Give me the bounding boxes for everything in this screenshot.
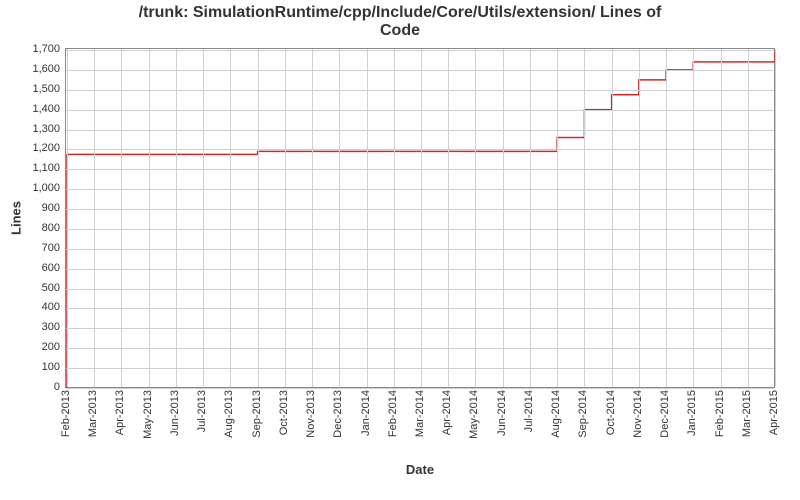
- grid-line-v: [94, 49, 95, 387]
- chart-container: /trunk: SimulationRuntime/cpp/Include/Co…: [0, 0, 800, 500]
- grid-line-h: [66, 388, 774, 389]
- grid-line-h: [66, 209, 774, 210]
- y-tick-label: 200: [5, 341, 60, 353]
- x-tick-label: Mar-2015: [741, 390, 753, 437]
- chart-title: /trunk: SimulationRuntime/cpp/Include/Co…: [0, 4, 800, 40]
- y-tick-label: 800: [5, 222, 60, 234]
- x-tick-label: Sep-2014: [577, 390, 589, 438]
- grid-line-h: [66, 348, 774, 349]
- grid-line-v: [448, 49, 449, 387]
- x-tick-label: Jun-2014: [496, 390, 508, 436]
- y-tick-label: 400: [5, 301, 60, 313]
- x-tick-label: Jun-2013: [169, 390, 181, 436]
- x-tick-label: Mar-2013: [87, 390, 99, 437]
- x-tick-label: May-2013: [142, 390, 154, 439]
- x-tick-label: Dec-2014: [659, 390, 671, 438]
- x-tick-label: May-2014: [468, 390, 480, 439]
- grid-line-v: [503, 49, 504, 387]
- grid-line-v: [530, 49, 531, 387]
- grid-line-v: [367, 49, 368, 387]
- x-tick-label: Aug-2014: [550, 390, 562, 438]
- grid-line-v: [394, 49, 395, 387]
- grid-line-v: [584, 49, 585, 387]
- x-tick-label: Dec-2013: [332, 390, 344, 438]
- grid-line-v: [748, 49, 749, 387]
- grid-line-v: [258, 49, 259, 387]
- grid-line-v: [230, 49, 231, 387]
- y-tick-label: 0: [5, 381, 60, 393]
- x-tick-label: Oct-2014: [605, 390, 617, 435]
- x-tick-label: Aug-2013: [223, 390, 235, 438]
- x-tick-label: Sep-2013: [251, 390, 263, 438]
- x-tick-label: Oct-2013: [278, 390, 290, 435]
- grid-line-v: [421, 49, 422, 387]
- x-axis-label: Date: [406, 462, 434, 477]
- x-tick-label: Feb-2013: [60, 390, 72, 437]
- grid-line-v: [67, 49, 68, 387]
- x-tick-label: Jan-2014: [360, 390, 372, 436]
- grid-line-h: [66, 70, 774, 71]
- x-tick-label: Apr-2014: [441, 390, 453, 435]
- grid-line-v: [666, 49, 667, 387]
- grid-line-v: [693, 49, 694, 387]
- grid-line-v: [639, 49, 640, 387]
- grid-line-v: [475, 49, 476, 387]
- x-tick-label: Jan-2015: [686, 390, 698, 436]
- grid-line-h: [66, 149, 774, 150]
- y-tick-label: 1,300: [5, 123, 60, 135]
- grid-line-h: [66, 229, 774, 230]
- grid-line-v: [121, 49, 122, 387]
- grid-line-v: [203, 49, 204, 387]
- x-tick-label: Jul-2013: [196, 390, 208, 432]
- x-tick-label: Feb-2014: [387, 390, 399, 437]
- grid-line-h: [66, 269, 774, 270]
- line-series-svg: [66, 49, 774, 387]
- grid-line-v: [721, 49, 722, 387]
- grid-line-h: [66, 328, 774, 329]
- y-tick-label: 1,600: [5, 63, 60, 75]
- y-tick-label: 100: [5, 361, 60, 373]
- grid-line-v: [149, 49, 150, 387]
- x-tick-label: Feb-2015: [714, 390, 726, 437]
- y-tick-label: 700: [5, 242, 60, 254]
- grid-line-v: [557, 49, 558, 387]
- grid-line-h: [66, 289, 774, 290]
- grid-line-v: [312, 49, 313, 387]
- x-tick-label: Nov-2014: [632, 390, 644, 438]
- x-tick-label: Apr-2015: [768, 390, 780, 435]
- y-tick-label: 300: [5, 321, 60, 333]
- grid-line-v: [176, 49, 177, 387]
- grid-line-h: [66, 50, 774, 51]
- grid-line-v: [285, 49, 286, 387]
- x-tick-label: Jul-2014: [523, 390, 535, 432]
- y-tick-label: 1,700: [5, 43, 60, 55]
- x-tick-label: Nov-2013: [305, 390, 317, 438]
- x-tick-label: Mar-2014: [414, 390, 426, 437]
- grid-line-v: [612, 49, 613, 387]
- grid-line-h: [66, 169, 774, 170]
- y-tick-label: 600: [5, 262, 60, 274]
- y-tick-label: 900: [5, 202, 60, 214]
- grid-line-h: [66, 90, 774, 91]
- grid-line-h: [66, 189, 774, 190]
- grid-line-v: [339, 49, 340, 387]
- y-tick-label: 1,400: [5, 103, 60, 115]
- grid-line-h: [66, 130, 774, 131]
- grid-line-h: [66, 368, 774, 369]
- grid-line-h: [66, 308, 774, 309]
- y-tick-label: 1,100: [5, 162, 60, 174]
- y-tick-label: 1,000: [5, 182, 60, 194]
- y-tick-label: 1,500: [5, 83, 60, 95]
- grid-line-v: [775, 49, 776, 387]
- y-tick-label: 500: [5, 282, 60, 294]
- grid-line-h: [66, 110, 774, 111]
- plot-area: [65, 48, 775, 388]
- x-tick-label: Apr-2013: [114, 390, 126, 435]
- grid-line-h: [66, 249, 774, 250]
- y-tick-label: 1,200: [5, 142, 60, 154]
